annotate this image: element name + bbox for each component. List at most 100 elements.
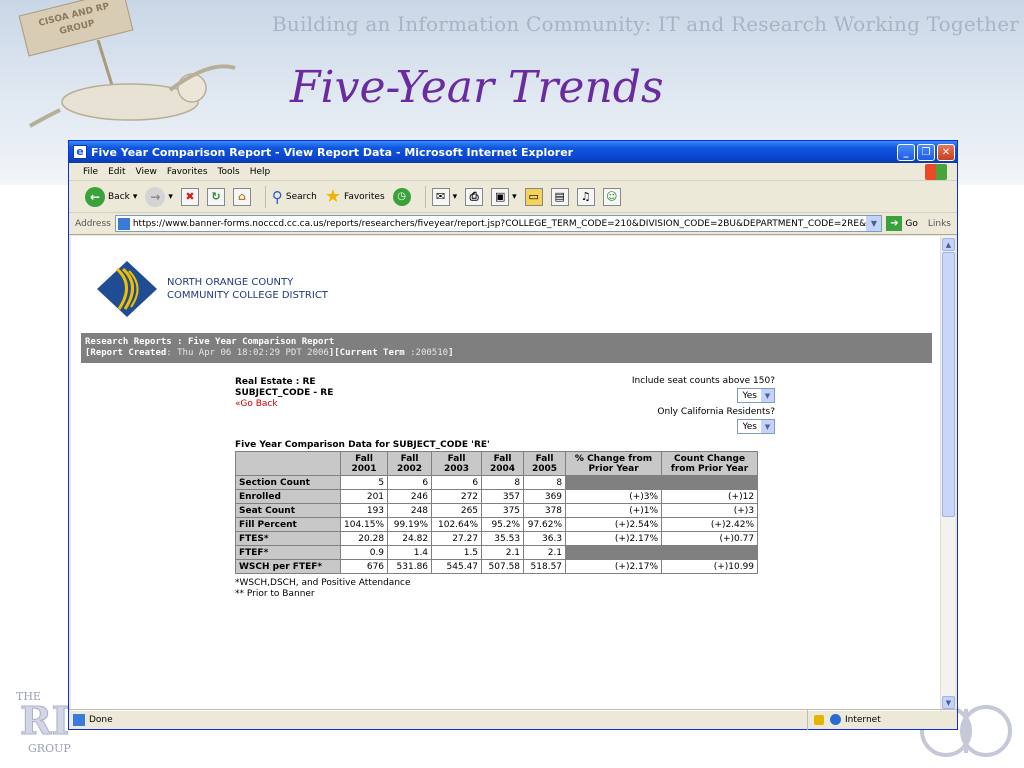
table-cell: 531.86 (387, 559, 433, 574)
research-icon: ▤ (550, 187, 569, 206)
address-input[interactable]: https://www.banner-forms.nocccd.cc.ca.us… (114, 215, 883, 232)
go-back-link[interactable]: «Go Back (235, 399, 333, 410)
table-cell: (+)2.17% (565, 531, 663, 546)
scroll-down-icon[interactable]: ▼ (942, 696, 955, 709)
media-icon: ♫ (576, 187, 595, 206)
table-cell: 27.27 (431, 531, 483, 546)
menu-view[interactable]: View (136, 167, 157, 177)
print-button[interactable]: ⎙ (465, 187, 484, 206)
row-label: WSCH per FTEF* (235, 559, 341, 574)
menu-favorites[interactable]: Favorites (167, 167, 208, 177)
window-titlebar[interactable]: e Five Year Comparison Report - View Rep… (69, 141, 957, 163)
research-button[interactable]: ▤ (550, 187, 569, 206)
scrollbar-thumb[interactable] (942, 252, 955, 517)
scroll-up-icon[interactable]: ▲ (942, 238, 955, 251)
forward-button[interactable]: → ▾ (145, 186, 173, 207)
current-term-label: ][Current Term (328, 348, 405, 358)
home-button[interactable]: ⌂ (232, 187, 251, 206)
menu-edit[interactable]: Edit (108, 167, 125, 177)
table-cell: 369 (523, 489, 567, 504)
table-cell: 1.5 (431, 545, 483, 560)
current-term-close: ] (448, 348, 454, 358)
back-label: Back (108, 191, 130, 202)
college-name-line2: COMMUNITY COLLEGE DISTRICT (167, 290, 328, 301)
table-cell (661, 545, 759, 560)
column-header: Fall 2005 (523, 451, 567, 476)
chevron-down-icon[interactable]: ▼ (761, 389, 774, 402)
table-cell: 97.62% (523, 517, 567, 532)
history-icon: ◷ (392, 187, 411, 206)
address-label: Address (75, 218, 111, 229)
table-cell: 6 (431, 475, 483, 490)
row-label: FTEF* (235, 545, 341, 560)
report-options: Include seat counts above 150? Yes ▼ Onl… (632, 376, 775, 438)
minimize-icon[interactable]: _ (897, 143, 915, 161)
window-title: Five Year Comparison Report - View Repor… (91, 145, 574, 159)
mail-dropdown-icon[interactable]: ▾ (453, 192, 458, 202)
back-button[interactable]: ← Back ▾ (85, 186, 138, 207)
residents-select[interactable]: Yes ▼ (737, 419, 775, 434)
corner-header (235, 451, 341, 476)
table-cell: (+)1% (565, 503, 663, 518)
table-cell: 102.64% (431, 517, 483, 532)
refresh-icon: ↻ (206, 187, 225, 206)
chevron-down-icon[interactable]: ▼ (761, 420, 774, 433)
table-cell: 8 (481, 475, 525, 490)
menu-tools[interactable]: Tools (218, 167, 240, 177)
vertical-scrollbar[interactable]: ▲ ▼ (940, 236, 955, 711)
go-button[interactable]: ➔ Go (886, 216, 918, 231)
favorites-button[interactable]: ★ Favorites (325, 187, 385, 206)
home-icon: ⌂ (232, 187, 251, 206)
row-label: Enrolled (235, 489, 341, 504)
table-cell (565, 475, 663, 490)
table-cell: 545.47 (431, 559, 483, 574)
refresh-button[interactable]: ↻ (206, 187, 225, 206)
forward-dropdown-icon[interactable]: ▾ (168, 192, 173, 202)
table-cell (565, 545, 663, 560)
seat-count-select[interactable]: Yes ▼ (737, 388, 775, 403)
table-cell: 2.1 (523, 545, 567, 560)
address-bar: Address https://www.banner-forms.nocccd.… (69, 213, 957, 235)
table-cell: 265 (431, 503, 483, 518)
table-cell: 272 (431, 489, 483, 504)
table-row: FTES* 20.28 24.82 27.27 35.53 36.3 (+)2.… (235, 531, 759, 546)
back-dropdown-icon[interactable]: ▾ (133, 192, 138, 202)
maximize-icon[interactable]: ❐ (917, 143, 935, 161)
ie-app-icon: e (73, 145, 87, 159)
lock-icon[interactable] (814, 714, 824, 725)
address-url[interactable]: https://www.banner-forms.nocccd.cc.ca.us… (133, 219, 875, 229)
print-icon: ⎙ (465, 187, 484, 206)
edit-icon: ▣ (491, 187, 510, 206)
menu-help[interactable]: Help (250, 167, 271, 177)
row-label: Fill Percent (235, 517, 341, 532)
table-cell: 2.1 (481, 545, 525, 560)
stop-button[interactable]: ✖ (180, 187, 199, 206)
history-button[interactable]: ◷ (392, 187, 411, 206)
mail-icon: ✉ (431, 187, 450, 206)
table-cell: 676 (339, 559, 389, 574)
column-header: % Change from Prior Year (565, 451, 663, 476)
mail-button[interactable]: ✉ ▾ (431, 187, 458, 206)
table-header-row: Fall 2001 Fall 2002 Fall 2003 Fall 2004 … (235, 451, 759, 476)
search-button[interactable]: ⚲ Search (272, 188, 317, 206)
discuss-button[interactable]: ▭ (524, 187, 543, 206)
table-cell: (+)3 (661, 503, 759, 518)
links-button[interactable]: Links (928, 219, 951, 229)
users-button[interactable]: ☺ (602, 187, 621, 206)
menu-file[interactable]: File (83, 167, 98, 177)
table-cell: 99.19% (387, 517, 433, 532)
row-label: Seat Count (235, 503, 341, 518)
column-header: Fall 2002 (387, 451, 433, 476)
standard-toolbar: ← Back ▾ → ▾ ✖ ↻ ⌂ ⚲ Search ★ Favorites … (69, 181, 957, 213)
residents-select-value: Yes (742, 421, 757, 432)
report-created-value: : Thu Apr 06 18:02:29 PDT 2006 (166, 348, 329, 358)
address-dropdown-icon[interactable]: ▼ (866, 216, 882, 231)
messenger-button[interactable]: ♫ (576, 187, 595, 206)
status-text: Done (89, 714, 113, 725)
globe-icon (830, 714, 841, 725)
column-header: Fall 2004 (481, 451, 525, 476)
edit-dropdown-icon[interactable]: ▾ (512, 192, 517, 202)
ri-logo-ri: RI (19, 698, 70, 744)
close-icon[interactable]: ✕ (937, 143, 955, 161)
edit-button[interactable]: ▣ ▾ (491, 187, 517, 206)
